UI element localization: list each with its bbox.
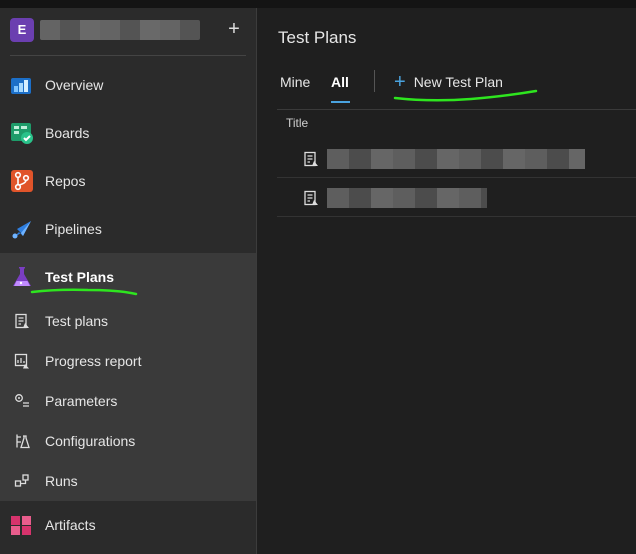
- sidebar-item-overview[interactable]: Overview: [0, 61, 256, 109]
- annotation-underline: [30, 288, 138, 296]
- add-project-button[interactable]: +: [222, 18, 246, 42]
- overview-icon: [11, 78, 31, 94]
- tab-all[interactable]: All: [331, 74, 349, 90]
- sidebar-subitem-test-plans[interactable]: Test plans: [0, 301, 256, 341]
- main-content: Test Plans Mine All + New Test Plan Titl…: [257, 8, 636, 554]
- test-plan-doc-icon: [15, 313, 29, 329]
- annotation-underline: [393, 89, 538, 102]
- progress-report-icon: [14, 353, 29, 369]
- org-badge[interactable]: E: [10, 18, 34, 42]
- sidebar-item-label: Test Plans: [45, 269, 114, 285]
- divider: [277, 109, 636, 110]
- sidebar-item-label: Progress report: [45, 353, 142, 369]
- divider: [10, 55, 246, 56]
- test-plan-doc-icon: [304, 151, 318, 167]
- table-row[interactable]: [277, 141, 636, 178]
- sidebar-item-label: Overview: [45, 77, 104, 93]
- tab-mine[interactable]: Mine: [280, 74, 310, 90]
- org-name-redacted[interactable]: [40, 20, 200, 40]
- sidebar-item-label: Test plans: [45, 313, 109, 329]
- sidebar-item-label: Configurations: [45, 433, 136, 449]
- redacted-plan-title[interactable]: [327, 149, 585, 169]
- sidebar-item-repos[interactable]: Repos: [0, 157, 256, 205]
- runs-icon: [14, 474, 29, 487]
- sidebar-item-label: Repos: [45, 173, 86, 189]
- sidebar-item-label: Pipelines: [45, 221, 102, 237]
- artifacts-icon: [11, 516, 31, 535]
- sidebar-item-label: Parameters: [45, 393, 118, 409]
- active-tab-indicator: [331, 101, 350, 103]
- configurations-icon: [16, 434, 30, 449]
- table-row[interactable]: [277, 180, 636, 217]
- sidebar: E + Overview Boards Repos Pipelines Test…: [0, 8, 257, 554]
- org-header[interactable]: E +: [10, 18, 246, 44]
- sidebar-subitem-configurations[interactable]: Configurations: [0, 421, 256, 461]
- sidebar-subitem-progress-report[interactable]: Progress report: [0, 341, 256, 381]
- sidebar-item-label: Boards: [45, 125, 90, 141]
- test-plan-doc-icon: [304, 190, 318, 206]
- sidebar-item-artifacts[interactable]: Artifacts: [0, 501, 256, 549]
- sidebar-item-label: Artifacts: [45, 517, 96, 533]
- top-bar: [0, 0, 636, 8]
- boards-icon: [11, 123, 33, 144]
- parameters-icon: [15, 394, 29, 407]
- redacted-plan-title[interactable]: [327, 188, 487, 208]
- pipelines-icon: [12, 221, 31, 239]
- sidebar-subitem-parameters[interactable]: Parameters: [0, 381, 256, 421]
- sidebar-item-pipelines[interactable]: Pipelines: [0, 205, 256, 253]
- sidebar-item-boards[interactable]: Boards: [0, 109, 256, 157]
- toolbar-divider: [374, 70, 375, 92]
- sidebar-subitem-runs[interactable]: Runs: [0, 461, 256, 501]
- sidebar-item-label: Runs: [45, 473, 78, 489]
- column-header-title[interactable]: Title: [286, 116, 308, 130]
- page-title: Test Plans: [278, 28, 357, 47]
- repos-icon: [11, 170, 33, 192]
